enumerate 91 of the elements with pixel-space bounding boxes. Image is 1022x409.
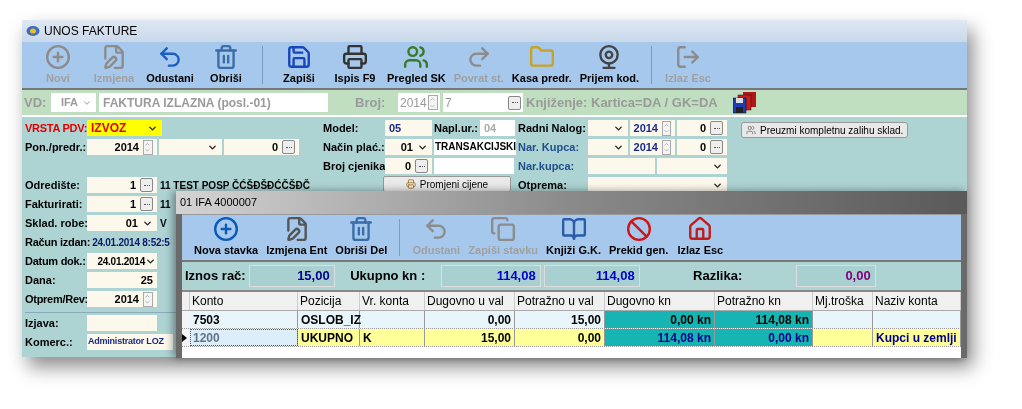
booking-status: Knjiženje: Kartica=DA / GK=DA [526, 93, 718, 112]
field-label: Radni Nalog: [518, 120, 586, 136]
text-field[interactable]: Administrator LOZ [87, 334, 173, 350]
field-label: Napl.ur.: [434, 120, 478, 136]
partner-name: 11 TEST POSP ČĆŠĐŠĐĆČŠĐČ [160, 178, 310, 193]
column-header[interactable]: Pozicija [298, 292, 360, 310]
dropdown[interactable]: 01 [87, 215, 157, 231]
table-cell: K [360, 329, 425, 346]
column-header[interactable]: Potražno u val [515, 292, 605, 310]
number-field[interactable]: 25 [87, 272, 157, 288]
toolbar-button[interactable]: Zapiši [271, 44, 327, 84]
year-field[interactable]: 2014 [630, 139, 675, 155]
toolbar-button[interactable]: Nova stavka [190, 216, 263, 256]
toolbar-button[interactable]: Obriši [198, 44, 254, 84]
toolbar-button[interactable]: Kasa predr. [507, 44, 576, 84]
number-field[interactable]: 0 [224, 139, 299, 155]
field-label: Model: [323, 120, 360, 136]
code-field[interactable]: 1 [87, 177, 157, 193]
table-cell: Kupci u zemlji [873, 329, 961, 346]
toolbar-button[interactable]: Prekid gen. [605, 216, 673, 256]
warehouse-name: V [160, 216, 167, 231]
table-cell: 114,08 kn [715, 311, 813, 328]
field-label: VD: [24, 93, 48, 112]
payment-method: TRANSAKCIJSKI [434, 139, 516, 155]
total-label: Razlika: [692, 267, 744, 286]
total-amount: 114,08 [543, 265, 640, 287]
toolbar-button[interactable]: Knjiži G.K. [542, 216, 605, 256]
table-cell: 15,00 [425, 329, 515, 346]
field-label: Nar. Kupca: [518, 139, 581, 155]
number-field[interactable]: 0 [677, 139, 727, 155]
partner-name: 11 [160, 197, 171, 212]
text-field[interactable]: 05 [385, 120, 432, 136]
field-label: Način plać.: [323, 139, 383, 155]
table-row[interactable]: 1200 UKUPNO K 15,00 0,00 114,08 kn 0,00 kn Kupci u zemlji [182, 329, 961, 347]
year-field[interactable]: 2014 [87, 139, 157, 155]
column-header[interactable]: Naziv konta [873, 292, 961, 310]
field-label: Otprema: [518, 177, 568, 193]
field-label: Broj: [355, 93, 387, 112]
toolbar-button[interactable]: Prijem kod. [575, 44, 644, 84]
field-label: Otprem/Rev: [25, 291, 85, 307]
table-cell: 0,00 kn [715, 329, 813, 346]
field-label: Nar.kupca: [518, 158, 576, 174]
table-cell: 0,00 kn [605, 311, 715, 328]
difference-amount: 0,00 [795, 265, 876, 287]
toolbar-button[interactable]: Ispis F9 [327, 44, 383, 84]
column-header[interactable]: Potražno kn [715, 292, 813, 310]
year-field[interactable]: 2014 [87, 291, 157, 307]
toolbar-button[interactable]: Odustani [142, 44, 198, 84]
column-header[interactable]: Vr. konta [360, 292, 425, 310]
field-label: VRSTA PDV: [25, 120, 85, 136]
change-prices-button[interactable]: Promjeni cijene [383, 176, 511, 192]
number-field[interactable]: 0 [677, 120, 727, 136]
column-header[interactable]: Mj.troška [813, 292, 873, 310]
table-cell: 1200 [190, 329, 298, 346]
dropdown[interactable]: IZVOZ [87, 120, 162, 136]
take-stock-button[interactable]: Preuzmi kompletnu zalihu sklad. [741, 122, 909, 138]
field-label: Broj cjenika [323, 158, 383, 174]
year-field[interactable]: 2014 [630, 120, 675, 136]
field-label: Izjava: [25, 315, 60, 331]
field-label: Račun izdan: [25, 234, 91, 250]
total-label: Ukupno kn : [349, 267, 427, 286]
field-label: Datum dok.: [25, 253, 85, 269]
dropdown[interactable]: 01 [385, 139, 432, 155]
total-amount: 15,00 [248, 265, 335, 287]
window-title: UNOS FAKTURE [44, 23, 138, 40]
toolbar-button[interactable]: Obriši Del [331, 216, 392, 256]
date-field[interactable]: 24.01.2014 [87, 253, 157, 269]
toolbar-button[interactable]: Pregled SK [383, 44, 450, 84]
table-cell: UKUPNO [298, 329, 360, 346]
field-label: Sklad. robe: [25, 215, 85, 231]
total-label: Iznos rač: [185, 267, 246, 286]
issued-date: 24.01.2014 8:52:5 [92, 235, 170, 250]
table-cell: 0,00 [425, 311, 515, 328]
column-header[interactable]: Dugovno kn [605, 292, 715, 310]
toolbar-button[interactable]: Izmjena Ent [262, 216, 332, 256]
table-cell: OSLOB_IZ [298, 311, 360, 328]
field-label: Komerc.: [25, 334, 74, 350]
dialog-title: 01 IFA 4000007 [180, 195, 258, 211]
table-cell: 7503 [190, 311, 298, 328]
code-field[interactable]: 1 [87, 196, 157, 212]
field-label: Pon./predr.: [25, 139, 85, 155]
number-field[interactable]: 0 [385, 158, 432, 174]
field-label: Fakturirati: [25, 196, 84, 212]
field-label: Dana: [25, 272, 57, 288]
column-header[interactable]: Dugovno u val [425, 292, 515, 310]
total-amount: 114,08 [440, 265, 541, 287]
column-header[interactable]: Konto [190, 292, 298, 310]
field-label: Odredište: [25, 177, 81, 193]
table-row[interactable]: 7503 OSLOB_IZ 0,00 15,00 0,00 kn 114,08 kn [182, 311, 961, 329]
toolbar-button[interactable]: Izlaz Esc [672, 216, 729, 256]
table-cell: 114,08 kn [605, 329, 715, 346]
